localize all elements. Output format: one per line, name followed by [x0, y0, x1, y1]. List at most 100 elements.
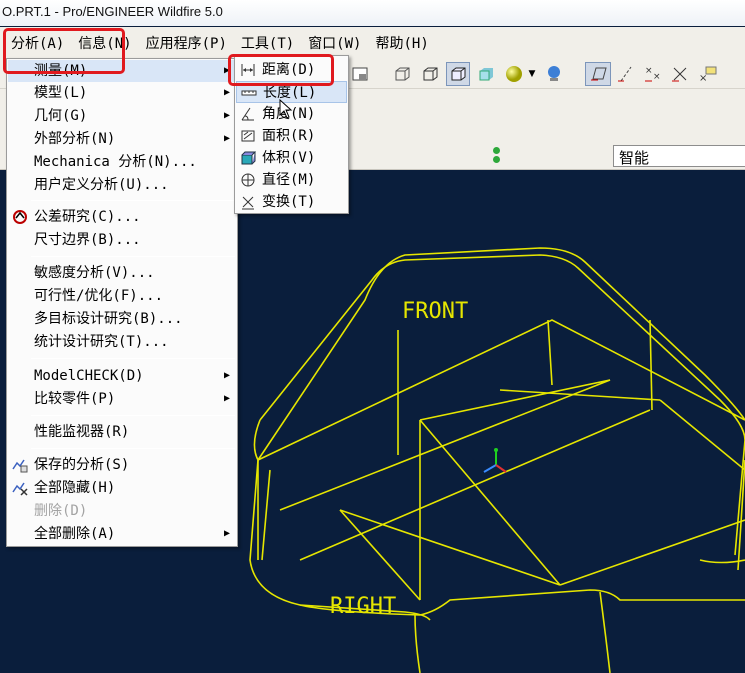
transform-icon	[240, 194, 256, 210]
menu-item-delete: 删除(D)	[8, 500, 236, 522]
menu-item-label: 模型(L)	[34, 85, 88, 101]
menu-item-hide-all[interactable]: 全部隐藏(H)	[8, 477, 236, 499]
menu-item-label: 尺寸边界(B)...	[34, 232, 141, 248]
status-light-icon	[491, 147, 501, 165]
menu-item-compare-parts[interactable]: 比较零件(P) ▶	[8, 388, 236, 410]
datum-point-display-icon[interactable]: × ×	[643, 64, 663, 84]
menu-separator	[31, 358, 235, 359]
menu-item-label: 可行性/优化(F)...	[34, 288, 164, 304]
menu-item-label: 删除(D)	[34, 503, 88, 519]
svg-text:×: ×	[645, 66, 653, 76]
menu-item-label: 测量(M)	[34, 63, 88, 79]
area-icon	[240, 128, 256, 144]
menu-item-label: 全部删除(A)	[34, 526, 116, 542]
menu-separator	[31, 415, 235, 416]
window-title: O.PRT.1 - Pro/ENGINEER Wildfire 5.0	[2, 4, 223, 19]
submenu-arrow-icon: ▶	[223, 133, 230, 144]
distance-icon	[240, 62, 256, 78]
shading-icon[interactable]	[476, 64, 496, 84]
front-datum-label: FRONT	[402, 299, 468, 324]
tolerance-icon	[12, 209, 28, 225]
menu-item-modelcheck[interactable]: ModelCHECK(D) ▶	[8, 365, 236, 387]
menu-item-geometry[interactable]: 几何(G) ▶	[8, 105, 236, 127]
menu-separator	[31, 256, 235, 257]
selection-filter-select[interactable]: 智能	[613, 145, 745, 167]
menu-item-dimension-boundary[interactable]: 尺寸边界(B)...	[8, 229, 236, 251]
appearance-sphere-icon[interactable]	[504, 64, 524, 84]
menu-tools[interactable]: 工具(T)	[234, 33, 301, 53]
submenu-arrow-icon: ▶	[223, 65, 230, 76]
menu-item-label: 统计设计研究(T)...	[34, 334, 169, 350]
annotation-display-icon[interactable]: ×	[698, 64, 718, 84]
menu-item-delete-all[interactable]: 全部删除(A) ▶	[8, 523, 236, 545]
menu-item-label: 保存的分析(S)	[34, 457, 130, 473]
menu-bar: 分析(A) 信息(N) 应用程序(P) 工具(T) 窗口(W) 帮助(H)	[0, 27, 745, 59]
menu-item-saved-analysis[interactable]: 保存的分析(S)	[8, 454, 236, 476]
menu-info[interactable]: 信息(N)	[71, 33, 138, 53]
menu-analysis[interactable]: 分析(A)	[0, 33, 71, 53]
submenu-arrow-icon: ▶	[223, 528, 230, 539]
menu-item-user-defined[interactable]: 用户定义分析(U)...	[8, 174, 236, 196]
save-view-icon[interactable]	[350, 64, 370, 84]
angle-icon	[240, 106, 256, 122]
menu-help[interactable]: 帮助(H)	[368, 33, 435, 53]
volume-icon	[240, 150, 257, 166]
analysis-menu: 测量(M) ▶ 模型(L) ▶ 几何(G) ▶ 外部分析(N) ▶ Mechan…	[6, 58, 238, 547]
length-icon	[241, 85, 257, 101]
submenu-arrow-icon: ▶	[223, 110, 230, 121]
hide-all-icon	[12, 480, 28, 496]
right-datum-label: RIGHT	[330, 594, 396, 619]
menu-item-model[interactable]: 模型(L) ▶	[8, 82, 236, 104]
menu-item-multi-objective[interactable]: 多目标设计研究(B)...	[8, 308, 236, 330]
submenu-item-volume[interactable]: 体积(V)	[236, 147, 347, 169]
menu-item-label: 比较零件(P)	[34, 391, 116, 407]
menu-item-label: 全部隐藏(H)	[34, 480, 116, 496]
menu-item-label: 外部分析(N)	[34, 131, 116, 147]
svg-text:×: ×	[699, 73, 707, 84]
menu-item-performance-monitor[interactable]: 性能监视器(R)	[8, 421, 236, 443]
no-hidden-icon[interactable]	[446, 62, 470, 86]
submenu-item-diameter[interactable]: 直径(M)	[236, 169, 347, 191]
datum-plane-display-icon[interactable]	[585, 62, 611, 86]
coordinate-system-display-icon[interactable]	[670, 64, 690, 84]
menu-item-mechanica[interactable]: Mechanica 分析(N)...	[8, 151, 236, 173]
menu-item-label: 性能监视器(R)	[34, 424, 130, 440]
window-title-bar: O.PRT.1 - Pro/ENGINEER Wildfire 5.0	[0, 0, 745, 26]
menu-item-label: Mechanica 分析(N)...	[34, 154, 197, 170]
menu-item-external-analysis[interactable]: 外部分析(N) ▶	[8, 128, 236, 150]
submenu-item-label: 直径(M)	[262, 172, 316, 188]
menu-item-sensitivity[interactable]: 敏感度分析(V)...	[8, 262, 236, 284]
submenu-arrow-icon: ▶	[223, 393, 230, 404]
menu-separator	[31, 200, 235, 201]
menu-item-label: 敏感度分析(V)...	[34, 265, 155, 281]
menu-item-label: ModelCHECK(D)	[34, 368, 144, 384]
light-icon[interactable]	[544, 64, 564, 84]
submenu-item-transform[interactable]: 变换(T)	[236, 191, 347, 213]
mouse-cursor-icon	[279, 99, 293, 119]
menu-separator	[31, 448, 235, 449]
submenu-item-label: 面积(R)	[262, 128, 316, 144]
menu-applications[interactable]: 应用程序(P)	[139, 33, 234, 53]
menu-window[interactable]: 窗口(W)	[301, 33, 368, 53]
wireframe-icon[interactable]	[392, 64, 412, 84]
menu-item-tolerance[interactable]: 公差研究(C)...	[8, 206, 236, 228]
menu-item-feasibility[interactable]: 可行性/优化(F)...	[8, 285, 236, 307]
submenu-item-distance[interactable]: 距离(D)	[236, 59, 347, 81]
menu-item-statistical[interactable]: 统计设计研究(T)...	[8, 331, 236, 353]
menu-item-label: 多目标设计研究(B)...	[34, 311, 183, 327]
menu-item-label: 用户定义分析(U)...	[34, 177, 169, 193]
submenu-item-area[interactable]: 面积(R)	[236, 125, 347, 147]
chevron-down-icon[interactable]: ▼	[527, 64, 537, 84]
menu-item-measure[interactable]: 测量(M) ▶	[8, 60, 236, 82]
submenu-arrow-icon: ▶	[223, 370, 230, 381]
datum-axis-display-icon[interactable]	[616, 64, 636, 84]
submenu-item-label: 体积(V)	[262, 150, 316, 166]
submenu-arrow-icon: ▶	[223, 87, 230, 98]
hidden-line-icon[interactable]	[420, 64, 440, 84]
submenu-item-label: 距离(D)	[262, 62, 316, 78]
submenu-item-label: 变换(T)	[262, 194, 316, 210]
diameter-icon	[240, 172, 256, 188]
menu-item-label: 公差研究(C)...	[34, 209, 141, 225]
measure-submenu: 距离(D) 长度(L) 角度(N) 面积(R) 体积(V) 直径(M) 变换(T…	[234, 55, 349, 214]
saved-analysis-icon	[12, 457, 28, 473]
